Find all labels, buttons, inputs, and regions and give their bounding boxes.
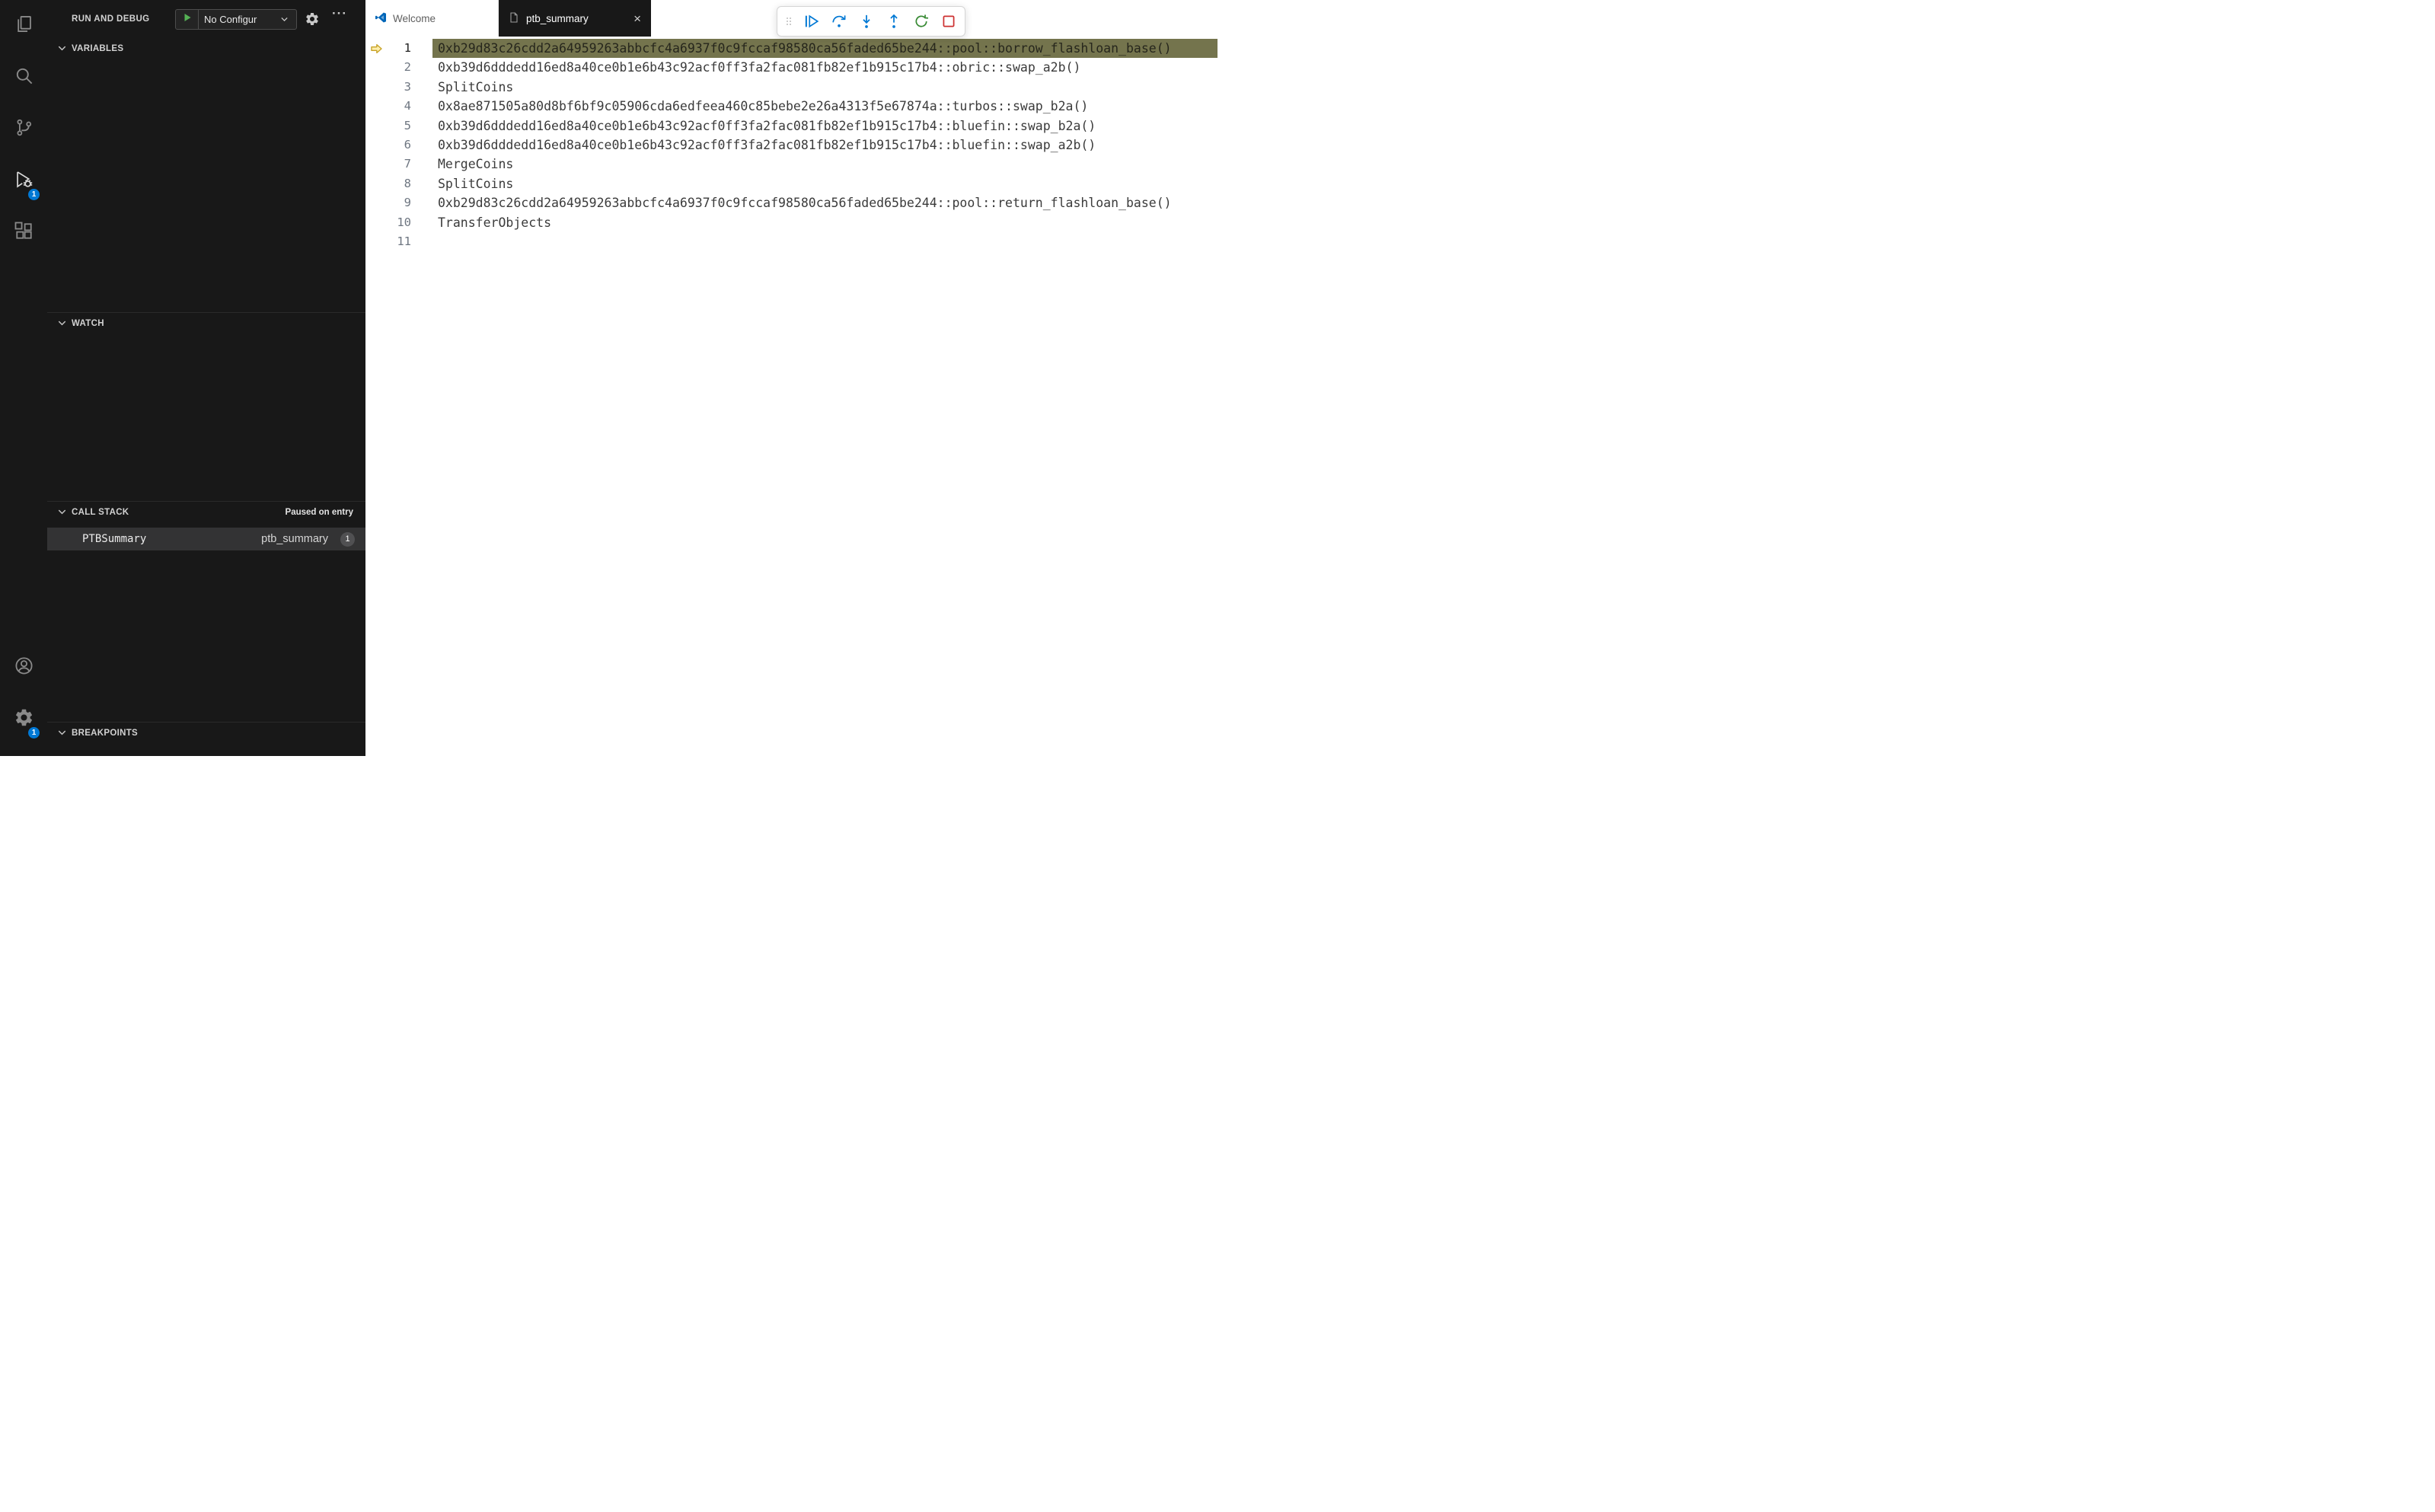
line-number[interactable]: 3	[365, 78, 411, 97]
chevron-down-icon	[56, 727, 68, 738]
sidebar-header: RUN AND DEBUG No Configur ···	[47, 0, 365, 38]
line-text[interactable]: SplitCoins	[432, 78, 1218, 97]
code-editor[interactable]: 1 0xb29d83c26cdd2a64959263abbcfc4a6937f0…	[365, 37, 1218, 756]
debug-session-badge: 1	[27, 188, 40, 201]
debug-toolbar	[777, 6, 965, 37]
chevron-down-icon	[56, 506, 68, 518]
source-control-icon	[14, 117, 34, 142]
stop-button[interactable]	[936, 9, 961, 33]
code-line[interactable]: 4 0x8ae871505a80d8bf6bf9c05906cda6edfeea…	[365, 97, 1218, 116]
vscode-logo-icon	[375, 11, 387, 26]
line-number[interactable]: 9	[365, 193, 411, 212]
line-text[interactable]: MergeCoins	[432, 155, 1218, 174]
extensions-icon	[14, 221, 34, 245]
frame-source: ptb_summary	[261, 533, 328, 545]
line-text[interactable]: 0xb39d6dddedd16ed8a40ce0b1e6b43c92acf0ff…	[432, 58, 1218, 77]
activity-item-manage[interactable]: 1	[0, 694, 47, 745]
code-line[interactable]: 2 0xb39d6dddedd16ed8a40ce0b1e6b43c92acf0…	[365, 58, 1218, 77]
code-line[interactable]: 1 0xb29d83c26cdd2a64959263abbcfc4a6937f0…	[365, 39, 1218, 59]
step-into-button[interactable]	[854, 9, 879, 33]
line-number[interactable]: 8	[365, 174, 411, 193]
chevron-down-icon	[56, 43, 68, 54]
tab-label: ptb_summary	[526, 12, 589, 24]
breakpoints-section-label: BREAKPOINTS	[72, 728, 139, 738]
activity-bar: 1 1	[0, 0, 47, 756]
line-number[interactable]: 10	[365, 213, 411, 232]
watch-section-label: WATCH	[72, 318, 104, 328]
continue-button[interactable]	[799, 9, 824, 33]
tab-label: Welcome	[393, 12, 436, 24]
pause-reason-status: Paused on entry	[285, 507, 353, 517]
watch-section: WATCH	[47, 312, 365, 501]
line-number[interactable]: 2	[365, 58, 411, 77]
line-text[interactable]: 0xb29d83c26cdd2a64959263abbcfc4a6937f0c9…	[432, 193, 1218, 212]
line-text[interactable]: 0x8ae871505a80d8bf6bf9c05906cda6edfeea46…	[432, 97, 1218, 116]
chevron-down-icon	[56, 317, 68, 329]
run-and-debug-sidebar: RUN AND DEBUG No Configur ··· VARIABLES	[47, 0, 365, 756]
chevron-down-icon	[279, 14, 296, 24]
activity-item-explorer[interactable]	[0, 0, 47, 52]
editor-region: Welcome ptb_summary × 1 0xb29d83c26cdd2a…	[365, 0, 1218, 756]
variables-section: VARIABLES	[47, 38, 365, 312]
line-number[interactable]: 7	[365, 155, 411, 174]
step-out-button[interactable]	[881, 9, 906, 33]
code-line[interactable]: 10 TransferObjects	[365, 213, 1218, 232]
code-line[interactable]: 6 0xb39d6dddedd16ed8a40ce0b1e6b43c92acf0…	[365, 136, 1218, 155]
drag-grip-icon[interactable]	[781, 9, 796, 33]
call-stack-section-header[interactable]: CALL STACK Paused on entry	[47, 502, 365, 522]
frame-count-badge: 1	[340, 531, 355, 547]
frame-name: PTBSummary	[82, 533, 147, 545]
activity-item-extensions[interactable]	[0, 207, 47, 259]
step-over-button[interactable]	[826, 9, 851, 33]
activity-item-search[interactable]	[0, 52, 47, 104]
settings-badge: 1	[27, 726, 40, 739]
activity-item-accounts[interactable]	[0, 642, 47, 694]
files-icon	[14, 14, 34, 38]
breakpoints-section: BREAKPOINTS	[47, 722, 365, 756]
code-line[interactable]: 5 0xb39d6dddedd16ed8a40ce0b1e6b43c92acf0…	[365, 116, 1218, 136]
launch-configuration-label: No Configur	[204, 14, 257, 25]
line-number[interactable]: 4	[365, 97, 411, 116]
close-icon[interactable]: ×	[633, 12, 641, 25]
search-icon	[14, 65, 34, 90]
line-number[interactable]: 1	[365, 39, 411, 58]
activity-item-run-and-debug[interactable]: 1	[0, 155, 47, 207]
account-icon	[14, 656, 34, 680]
line-text[interactable]: TransferObjects	[432, 213, 1218, 232]
line-text[interactable]: 0xb39d6dddedd16ed8a40ce0b1e6b43c92acf0ff…	[432, 136, 1218, 155]
line-text[interactable]: 0xb29d83c26cdd2a64959263abbcfc4a6937f0c9…	[432, 39, 1218, 59]
code-line[interactable]: 3 SplitCoins	[365, 78, 1218, 97]
sidebar-title: RUN AND DEBUG	[72, 14, 150, 24]
call-stack-frame-row[interactable]: PTBSummary ptb_summary 1	[47, 528, 365, 550]
file-icon	[508, 11, 520, 26]
code-line[interactable]: 11	[365, 232, 1218, 251]
variables-section-header[interactable]: VARIABLES	[47, 38, 365, 59]
debug-settings-gear-button[interactable]	[305, 11, 320, 27]
call-stack-section: CALL STACK Paused on entry PTBSummary pt…	[47, 501, 365, 722]
breakpoints-section-header[interactable]: BREAKPOINTS	[47, 723, 365, 743]
code-line[interactable]: 7 MergeCoins	[365, 155, 1218, 174]
debug-start-button[interactable]	[176, 10, 199, 29]
activity-bar-bottom: 1	[0, 642, 47, 745]
line-number[interactable]: 11	[365, 232, 411, 251]
more-actions-button[interactable]: ···	[332, 6, 347, 21]
variables-section-label: VARIABLES	[72, 43, 124, 53]
line-text[interactable]	[432, 232, 1218, 251]
line-number[interactable]: 5	[365, 116, 411, 136]
line-text[interactable]: 0xb39d6dddedd16ed8a40ce0b1e6b43c92acf0ff…	[432, 116, 1218, 136]
line-number[interactable]: 6	[365, 136, 411, 155]
tab-ptb-summary[interactable]: ptb_summary ×	[499, 0, 651, 37]
tab-welcome[interactable]: Welcome	[365, 0, 499, 37]
line-text[interactable]: SplitCoins	[432, 174, 1218, 193]
code-line[interactable]: 8 SplitCoins	[365, 174, 1218, 193]
activity-item-source-control[interactable]	[0, 104, 47, 155]
play-icon	[182, 12, 193, 27]
code-line[interactable]: 9 0xb29d83c26cdd2a64959263abbcfc4a6937f0…	[365, 193, 1218, 212]
restart-button[interactable]	[908, 9, 933, 33]
launch-configuration-dropdown[interactable]: No Configur	[175, 9, 297, 30]
call-stack-section-label: CALL STACK	[72, 507, 129, 517]
watch-section-header[interactable]: WATCH	[47, 313, 365, 333]
